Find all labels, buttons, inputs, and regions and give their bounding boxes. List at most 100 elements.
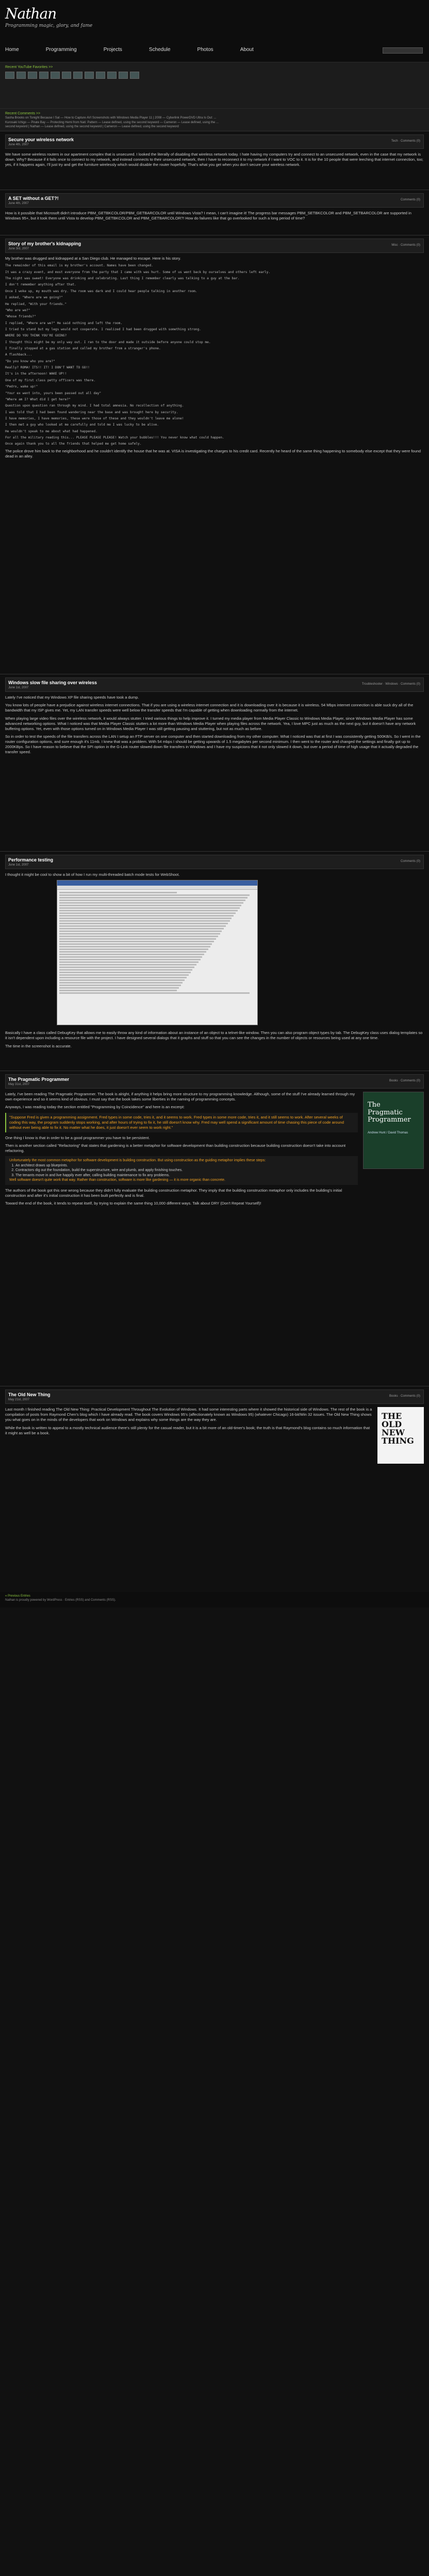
nav-home[interactable]: Home [5,46,19,54]
post-paragraph: I tried to stand but my legs would not c… [5,327,201,331]
nav-about[interactable]: About [240,46,254,54]
recent-comments-line[interactable]: Kurosaki Ichigo — Pirate Bay — Protectin… [5,121,424,125]
book-cover-image[interactable]: The Pragmatic Programmer Andrew Hunt / D… [363,1092,424,1170]
post-meta[interactable]: Books · Comments (0) [389,1079,420,1083]
post-paragraph: The remainder of this email is my brothe… [5,264,153,268]
youtube-thumbnail[interactable] [28,72,37,79]
screenshot-row [59,972,191,974]
post-paragraph: "Who are we?" [5,308,30,312]
youtube-thumbnail[interactable] [5,72,14,79]
post-meta[interactable]: Misc · Comments (0) [391,243,420,247]
post-paragraph: Once I woke up, my mouth was dry. The ro… [5,289,197,293]
screenshot-row [59,948,208,951]
post-date: June 4th, 2007 [8,202,29,206]
youtube-thumbnail[interactable] [130,72,139,79]
post-paragraph: One of my first class petty officers was… [5,378,96,382]
recent-comments-line[interactable]: Sasha Brooks on Tonight Because I Sat — … [5,116,424,120]
post-paragraph: He replied, "With your friends." [5,302,67,306]
post-title[interactable]: The Old New Thing [8,1392,421,1398]
nav-photos[interactable]: Photos [197,46,213,54]
post-paragraph: I have memories, I have memories, these … [5,416,184,420]
screenshot-row [59,907,240,909]
screenshot-row [59,987,179,989]
post-title[interactable]: The Pragmatic Programmer [8,1076,421,1082]
post-title[interactable]: Windows slow file sharing over wireless [8,680,421,686]
screenshot-row [59,905,242,907]
screenshot-row [59,943,212,945]
screenshot-row [59,894,250,896]
book-cover-image[interactable]: THE OLD NEW THING [377,1407,424,1464]
post-paragraph: He wouldn't speak to me about what had h… [5,429,97,433]
debugkey-screenshot[interactable] [57,880,258,1026]
construction-list: Unfortunately the most common metaphor f… [5,1156,358,1185]
list-after: Well software doesn't quite work that wa… [9,1178,225,1182]
post-meta[interactable]: Comments (0) [401,859,420,863]
site-footer: « Previous Entries Nathan is proudly pow… [0,1592,429,1607]
post-title[interactable]: Secure your wireless network [8,137,421,143]
post-body: Lately, I've been reading The Pragmatic … [5,1092,358,1209]
list-item: An architect draws up blueprints. [15,1163,354,1168]
post-paragraph: So in order to test the speeds of the fi… [5,734,421,755]
screenshot-row [59,900,245,902]
youtube-thumbnail[interactable] [119,72,128,79]
youtube-thumbnail[interactable] [62,72,71,79]
post-date: June 3rd, 2007 [8,247,29,251]
post-date: June 1st, 2007 [8,686,29,690]
screenshot-row [59,959,201,961]
youtube-title[interactable]: Recent YouTube Favorites >> [5,65,424,70]
screenshot-titlebar [57,880,257,886]
post-paragraph: Once again thank you to all the friends … [5,442,142,446]
screenshot-row [59,977,187,979]
screenshot-row [59,910,238,912]
screenshot-row [59,985,181,987]
post-paragraph: I finally stopped at a gas station and c… [5,347,161,351]
post-paragraph: Really? ROMA! ITS!! IT! I DON'T WANT TO … [5,366,90,370]
main-nav: Home Programming Projects Schedule Photo… [5,46,254,54]
post-title[interactable]: Performance testing [8,857,421,863]
search-input[interactable] [383,47,423,54]
youtube-thumbnail[interactable] [96,72,105,79]
youtube-thumbs [5,72,424,79]
screenshot-row [59,902,244,904]
post-title[interactable]: A SET without a GET?! [8,195,421,201]
screenshot-row [59,954,205,956]
post-meta[interactable]: Books · Comments (0) [389,1394,420,1398]
nav-schedule[interactable]: Schedule [149,46,171,54]
youtube-thumbnail[interactable] [16,72,26,79]
screenshot-row [59,964,196,966]
post-paragraph: "Whose friends?" [5,315,36,319]
cover-title-line: Pragmatic [368,1108,403,1116]
youtube-thumbnail[interactable] [73,72,82,79]
nav-programming[interactable]: Programming [46,46,77,54]
post-meta[interactable]: Comments (0) [401,198,420,202]
post-paragraph: I was told that I had been found wanderi… [5,410,178,414]
screenshot-row [59,920,230,922]
post-header: Performance testing June 1st, 2007 Comme… [5,855,424,870]
site-title[interactable]: Nathan [5,4,424,24]
screenshot-row [59,897,248,899]
post-paragraph: "Pedro, wake up!" [5,385,38,389]
youtube-thumbnail[interactable] [85,72,94,79]
previous-entries-link[interactable]: « Previous Entries [5,1595,30,1598]
post-pragmatic-programmer: The Pragmatic Programmer May 31st, 2007 … [0,1071,429,1386]
screenshot-menubar [57,886,257,890]
post-meta[interactable]: Troubleshooter · Windows · Comments (0) [362,682,420,686]
post-title[interactable]: Story of my brother's kidnapping [8,241,421,247]
post-paragraph: The police drove him back to the neighbo… [5,448,421,459]
youtube-thumbnail[interactable] [39,72,48,79]
screenshot-row [59,967,195,969]
screenshot-row [59,928,224,930]
post-performance-testing: Performance testing June 1st, 2007 Comme… [0,851,429,1071]
post-header: Windows slow file sharing over wireless … [5,677,424,692]
screenshot-row [59,933,220,935]
nav-projects[interactable]: Projects [104,46,122,54]
screenshot-row [59,956,203,958]
post-header: Secure your wireless network June 4th, 2… [5,134,424,149]
youtube-thumbnail[interactable] [107,72,117,79]
post-paragraph: I thought it might be cool to show a bit… [5,872,180,877]
recent-comments-line[interactable]: second keyword | Nathan — Lease defined,… [5,125,424,129]
screenshot-row [59,918,232,920]
post-meta[interactable]: Tech · Comments (0) [391,139,420,143]
youtube-thumbnail[interactable] [51,72,60,79]
post-paragraph: I thought this might be my only way out.… [5,340,211,344]
